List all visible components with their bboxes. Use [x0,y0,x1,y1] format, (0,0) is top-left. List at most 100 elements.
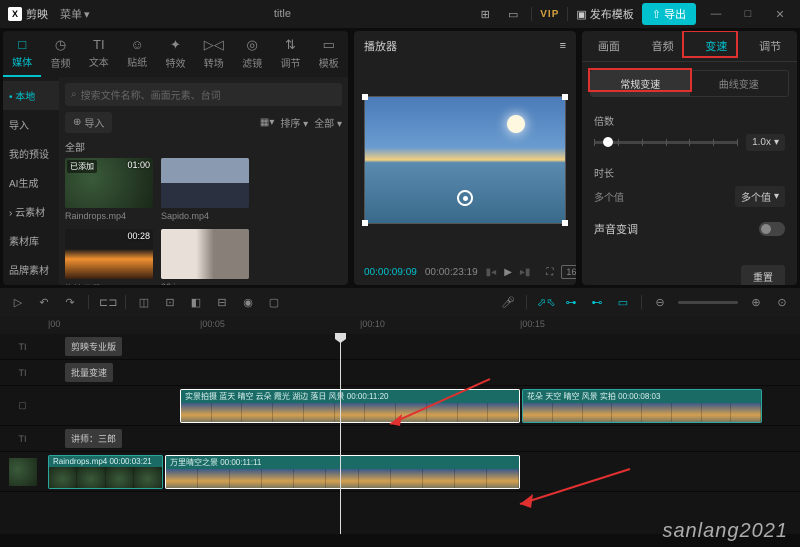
timeline-ruler[interactable]: |00 |00:05 |00:10 |00:15 [0,316,800,334]
play-button[interactable]: ▶ [504,267,512,278]
zoom-fit-icon[interactable]: ⊙ [774,296,790,309]
snap-icon[interactable]: ⊷ [589,296,605,309]
layout2-icon[interactable]: ▭ [503,5,523,23]
sub-tab[interactable]: 常规变速 [591,71,690,96]
text-track[interactable]: TI 批量变速 [0,360,800,386]
media-thumb[interactable]: 06.jpg [161,229,249,285]
player-menu-icon[interactable]: ≡ [560,40,566,52]
text-track[interactable]: TI 讲师：三郎 [0,426,800,452]
sidebar-item[interactable]: 品牌素材 [3,255,59,284]
sidebar-item[interactable]: 导入 [3,110,59,139]
search-input[interactable]: ⌕ 搜索文件名称、画面元素、台词 [65,83,342,106]
sidebar-item[interactable]: 我的预设 [3,139,59,168]
handle-bl[interactable] [362,220,368,226]
search-icon: ⌕ [71,89,77,100]
text-clip[interactable]: 剪映专业版 [65,337,122,356]
undo-button[interactable]: ↶ [36,296,52,309]
speed-slider[interactable] [594,141,738,144]
media-tab-3[interactable]: ☺贴纸 [118,31,156,77]
props-tabs: 画面音频变速调节 [582,31,797,62]
props-tab[interactable]: 音频 [636,31,690,61]
media-tab-0[interactable]: □媒体 [3,31,41,77]
layout-icon[interactable]: ⊞ [475,5,495,23]
pitch-toggle[interactable] [759,222,785,236]
media-tab-7[interactable]: ⇅调节 [271,31,309,77]
record-tool[interactable]: ◉ [240,296,256,309]
project-title[interactable]: title [90,8,476,20]
zoom-in-icon[interactable]: ⊕ [748,296,764,309]
text-clip[interactable]: 讲师：三郎 [65,429,122,448]
sidebar-item[interactable]: AI生成 [3,168,59,197]
main-video-track[interactable]: Raindrops.mp4 00:00:03:21 万里晴空之景 00:00:1… [0,452,800,492]
media-thumb[interactable]: 已添加01:00Raindrops.mp4 [65,158,153,221]
tool-d[interactable]: ⊟ [214,296,230,309]
media-tab-8[interactable]: ▭模板 [310,31,348,77]
next-frame-icon[interactable]: ▸▮ [520,267,531,278]
view-grid-icon[interactable]: ▦▾ [260,117,274,128]
duration-label: 时长 [594,165,785,180]
magnet-icon[interactable]: ⬀⬁ [537,296,553,309]
tool-b[interactable]: ⊡ [162,296,178,309]
media-thumb[interactable]: Sapido.mp4 [161,158,249,221]
sub-tab[interactable]: 曲线变速 [690,71,789,96]
video-track[interactable]: ▢ 实景拍摄 蓝天 晴空 云朵 霞光 湖边 落日 风景 00:00:11:20 … [0,386,800,426]
zoom-slider[interactable] [678,301,738,304]
tool-a[interactable]: ◫ [136,296,152,309]
handle-tr[interactable] [562,94,568,100]
tool-e[interactable]: ▢ [266,296,282,309]
pointer-tool[interactable]: ▷ [10,296,26,309]
video-clip[interactable]: 万里晴空之景 00:00:11:11 [165,455,520,489]
tool-c[interactable]: ◧ [188,296,204,309]
filter-all[interactable]: 全部 ▾ [314,115,342,130]
tab-icon: ☺ [131,37,144,52]
media-tab-6[interactable]: ◎滤镜 [233,31,271,77]
text-track[interactable]: TI 剪映专业版 [0,334,800,360]
text-clip[interactable]: 批量变速 [65,363,113,382]
speed-value[interactable]: 1.0x ▾ [746,134,785,151]
reset-button[interactable]: 重置 [741,265,785,285]
props-tab[interactable]: 画面 [582,31,636,61]
duration-value[interactable]: 多个值 ▾ [735,186,785,207]
media-tab-2[interactable]: TI文本 [80,31,118,77]
sidebar-item[interactable]: › 云素材 [3,197,59,226]
menu-dropdown[interactable]: 菜单▾ [60,6,90,22]
category-label: 全部 [65,139,342,154]
media-tab-5[interactable]: ▷◁转场 [195,31,233,77]
search-placeholder: 搜索文件名称、画面元素、台词 [81,87,221,102]
timeline-tracks[interactable]: TI 剪映专业版 TI 批量变速 ▢ 实景拍摄 蓝天 晴空 云朵 霞光 湖边 落… [0,334,800,534]
zoom-out-icon[interactable]: ⊖ [652,296,668,309]
props-tab[interactable]: 调节 [743,31,797,61]
handle-br[interactable] [562,220,568,226]
player-viewport[interactable] [354,61,576,259]
export-button[interactable]: ⇧ 导出 [642,3,696,25]
media-thumb[interactable]: 00:28海边日落.mp4 [65,229,153,285]
vip-badge[interactable]: VIP [540,9,559,20]
sort-dropdown[interactable]: 排序 ▾ [280,115,308,130]
playhead[interactable] [340,334,341,534]
rotate-handle[interactable] [457,190,473,206]
aspect-ratio[interactable]: 16:9 [561,265,576,279]
video-clip[interactable]: 实景拍摄 蓝天 晴空 云朵 霞光 湖边 落日 风景 00:00:11:20 [180,389,520,423]
video-clip[interactable]: Raindrops.mp4 00:00:03:21 [48,455,163,489]
media-tab-4[interactable]: ✦特效 [156,31,194,77]
import-button[interactable]: ⊕ 导入 [65,112,112,133]
preview-frame[interactable] [364,96,566,224]
prev-frame-icon[interactable]: ▮◂ [486,267,497,278]
minimize-button[interactable]: — [704,8,728,20]
sidebar-item[interactable]: 素材库 [3,226,59,255]
split-tool[interactable]: ⊏⊐ [99,296,115,309]
props-tab[interactable]: 变速 [690,31,744,61]
sidebar-item[interactable]: • 本地 [3,81,59,110]
link-icon[interactable]: ⊶ [563,296,579,309]
media-tab-1[interactable]: ◷音频 [41,31,79,77]
handle-tl[interactable] [362,94,368,100]
preview-icon[interactable]: ▭ [615,296,631,309]
fullscreen-icon[interactable]: ⛶ [546,267,553,278]
maximize-button[interactable]: □ [736,8,760,20]
publish-button[interactable]: ▣ 发布模板 [576,6,633,22]
video-clip[interactable]: 花朵 天空 晴空 风景 实拍 00:00:08:03 [522,389,762,423]
mic-icon[interactable]: 🎤︎ [500,296,516,309]
thumb-grid: 已添加01:00Raindrops.mp4Sapido.mp400:28海边日落… [65,158,342,285]
redo-button[interactable]: ↷ [62,296,78,309]
close-button[interactable]: ✕ [768,8,792,21]
